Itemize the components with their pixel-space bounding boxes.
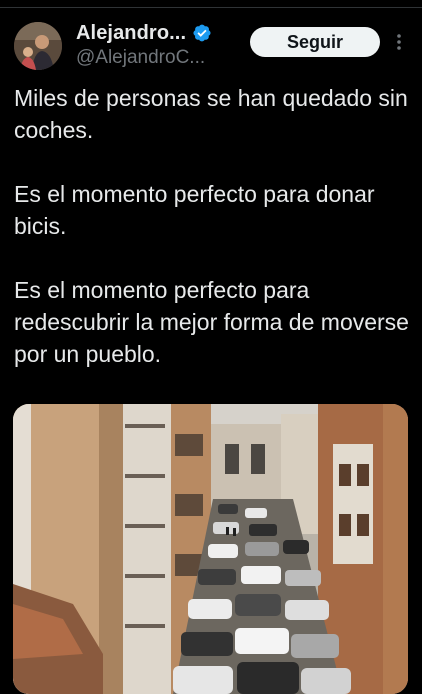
verified-badge-icon — [193, 24, 211, 42]
tweet-text: Miles de personas se han quedado sin coc… — [14, 82, 410, 370]
follow-button[interactable]: Seguir — [250, 27, 380, 57]
tweet-media-photo[interactable] — [13, 404, 408, 694]
author-name-row: Alejandro... — [76, 20, 212, 46]
author-display-name[interactable]: Alejandro... — [76, 22, 186, 45]
author-avatar[interactable] — [14, 22, 62, 70]
author-handle[interactable]: @AlejandroC... — [76, 47, 205, 69]
top-divider — [0, 0, 422, 8]
avatar-photo-icon — [14, 22, 62, 70]
flooded-street-photo-icon — [13, 404, 408, 694]
tweet-paragraph: Miles de personas se han quedado sin coc… — [14, 85, 408, 143]
tweet-paragraph: Es el momento perfecto para redescubrir … — [14, 277, 409, 367]
tweet-paragraph: Es el momento perfecto para donar bicis. — [14, 181, 375, 239]
more-vertical-icon[interactable] — [393, 32, 405, 52]
